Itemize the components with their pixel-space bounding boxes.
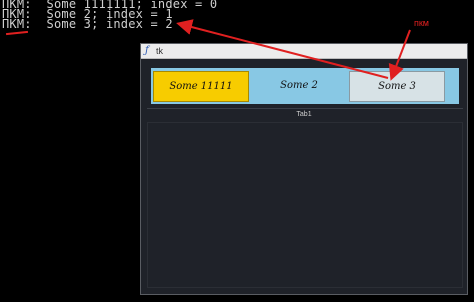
tab-some-3[interactable]: Some 3 <box>349 71 445 102</box>
window-titlebar[interactable]: ƒ tk <box>141 44 467 59</box>
tab-some-11111[interactable]: Some 11111 <box>153 71 249 102</box>
console-line: ПКМ: Some 3; index = 2 <box>2 17 173 31</box>
tk-window: ƒ tk Some 11111 Some 2 Some 3 Tab1 <box>140 43 468 295</box>
feather-icon: ƒ <box>145 45 149 56</box>
window-title: tk <box>156 46 164 56</box>
divider <box>147 108 463 109</box>
tab-content-label: Tab1 <box>296 111 312 118</box>
notebook-tabbar: Some 11111 Some 2 Some 3 <box>151 68 459 104</box>
tab-some-2[interactable]: Some 2 <box>251 71 347 102</box>
tab-content-area <box>147 122 463 288</box>
